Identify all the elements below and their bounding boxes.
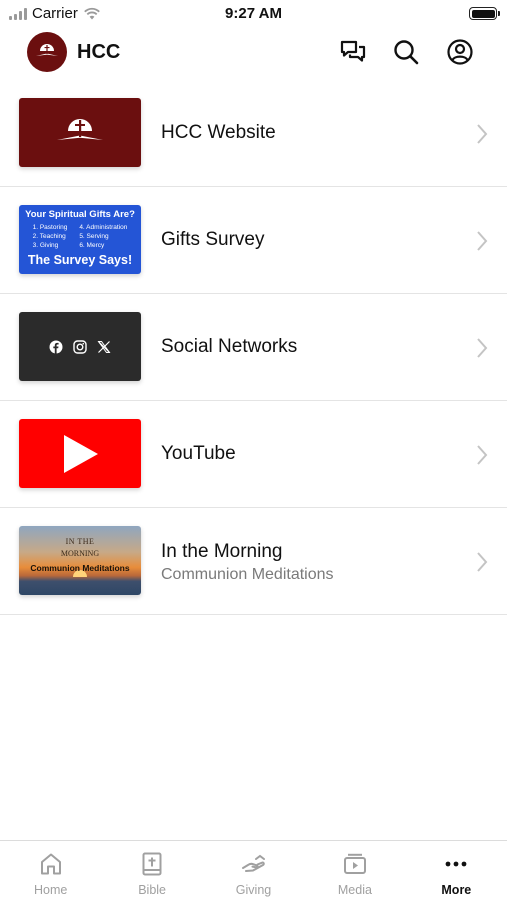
tab-label: Giving: [235, 883, 272, 897]
list-item-gifts-survey[interactable]: Your Spiritual Gifts Are? 1. Pastoring 2…: [0, 187, 507, 294]
list-item-hcc-website[interactable]: HCC Website: [0, 80, 507, 187]
survey-item: 3. Giving: [32, 242, 59, 249]
church-logo[interactable]: [27, 32, 67, 72]
survey-item: 6. Mercy: [79, 242, 105, 249]
tab-giving[interactable]: Giving: [203, 841, 304, 900]
survey-item: 2. Teaching: [32, 233, 66, 240]
tab-label: Bible: [138, 883, 166, 897]
chevron-right-icon: [477, 552, 488, 572]
chevron-right-icon: [477, 445, 488, 465]
tab-label: Media: [337, 883, 372, 897]
facebook-icon: [49, 340, 63, 353]
tab-media[interactable]: Media: [304, 841, 405, 900]
tab-home[interactable]: Home: [0, 841, 101, 900]
more-icon: [445, 861, 467, 867]
tab-label: More: [441, 883, 472, 897]
survey-item: 4. Administration: [79, 224, 128, 231]
home-icon: [40, 853, 61, 875]
hcc-website-thumbnail: [19, 98, 141, 167]
list-item-title: In the Morning: [161, 541, 283, 562]
app-title: HCC: [77, 41, 121, 63]
list-item-title: Social Networks: [161, 336, 298, 357]
giving-icon: [241, 854, 265, 872]
list-item-title: YouTube: [161, 443, 236, 464]
bible-icon: [142, 852, 162, 876]
more-list: HCC Website Your Spiritual Gifts Are? 1.…: [0, 80, 507, 615]
gifts-survey-thumbnail: Your Spiritual Gifts Are? 1. Pastoring 2…: [19, 205, 141, 274]
survey-footer: The Survey Says!: [27, 253, 133, 267]
list-item-in-the-morning[interactable]: IN THE MORNING Communion Meditations In …: [0, 508, 507, 615]
battery-icon: [469, 7, 500, 20]
tab-bible[interactable]: Bible: [101, 841, 202, 900]
chevron-right-icon: [477, 124, 488, 144]
tab-bar: Home Bible Giving Media More: [0, 840, 507, 900]
church-emblem-icon: [57, 119, 103, 140]
morning-thumb-line1: IN THE: [65, 537, 95, 546]
survey-column-1: 1. Pastoring 2. Teaching 3. Giving: [33, 223, 68, 250]
survey-item: 5. Serving: [79, 233, 109, 240]
survey-heading: Your Spiritual Gifts Are?: [25, 209, 135, 220]
play-icon: [64, 434, 98, 473]
in-the-morning-thumbnail: IN THE MORNING Communion Meditations: [19, 526, 141, 595]
tab-more[interactable]: More: [406, 841, 507, 900]
logo-emblem-icon: [36, 44, 58, 56]
search-icon[interactable]: [392, 38, 420, 66]
youtube-thumbnail: [19, 419, 141, 488]
tab-label: Home: [34, 883, 68, 897]
survey-column-2: 4. Administration 5. Serving 6. Mercy: [79, 223, 127, 250]
x-twitter-icon: [97, 340, 111, 353]
media-icon: [343, 853, 366, 874]
app-header: HCC: [0, 28, 507, 78]
morning-thumb-line2: MORNING: [60, 549, 100, 558]
status-time: 9:27 AM: [225, 5, 282, 22]
chevron-right-icon: [477, 231, 488, 251]
profile-icon[interactable]: [446, 38, 474, 66]
list-item-title: Gifts Survey: [161, 229, 265, 250]
morning-thumb-line3: Communion Meditations: [30, 563, 130, 573]
chevron-right-icon: [477, 338, 488, 358]
chat-icon[interactable]: [339, 38, 367, 66]
list-item-subtitle: Communion Meditations: [161, 566, 334, 583]
list-item-title: HCC Website: [161, 122, 276, 143]
list-item-youtube[interactable]: YouTube: [0, 401, 507, 508]
list-item-social-networks[interactable]: Social Networks: [0, 294, 507, 401]
social-networks-thumbnail: [19, 312, 141, 381]
instagram-icon: [73, 339, 87, 354]
survey-item: 1. Pastoring: [32, 224, 68, 231]
status-bar: Carrier 9:27 AM: [0, 0, 507, 28]
